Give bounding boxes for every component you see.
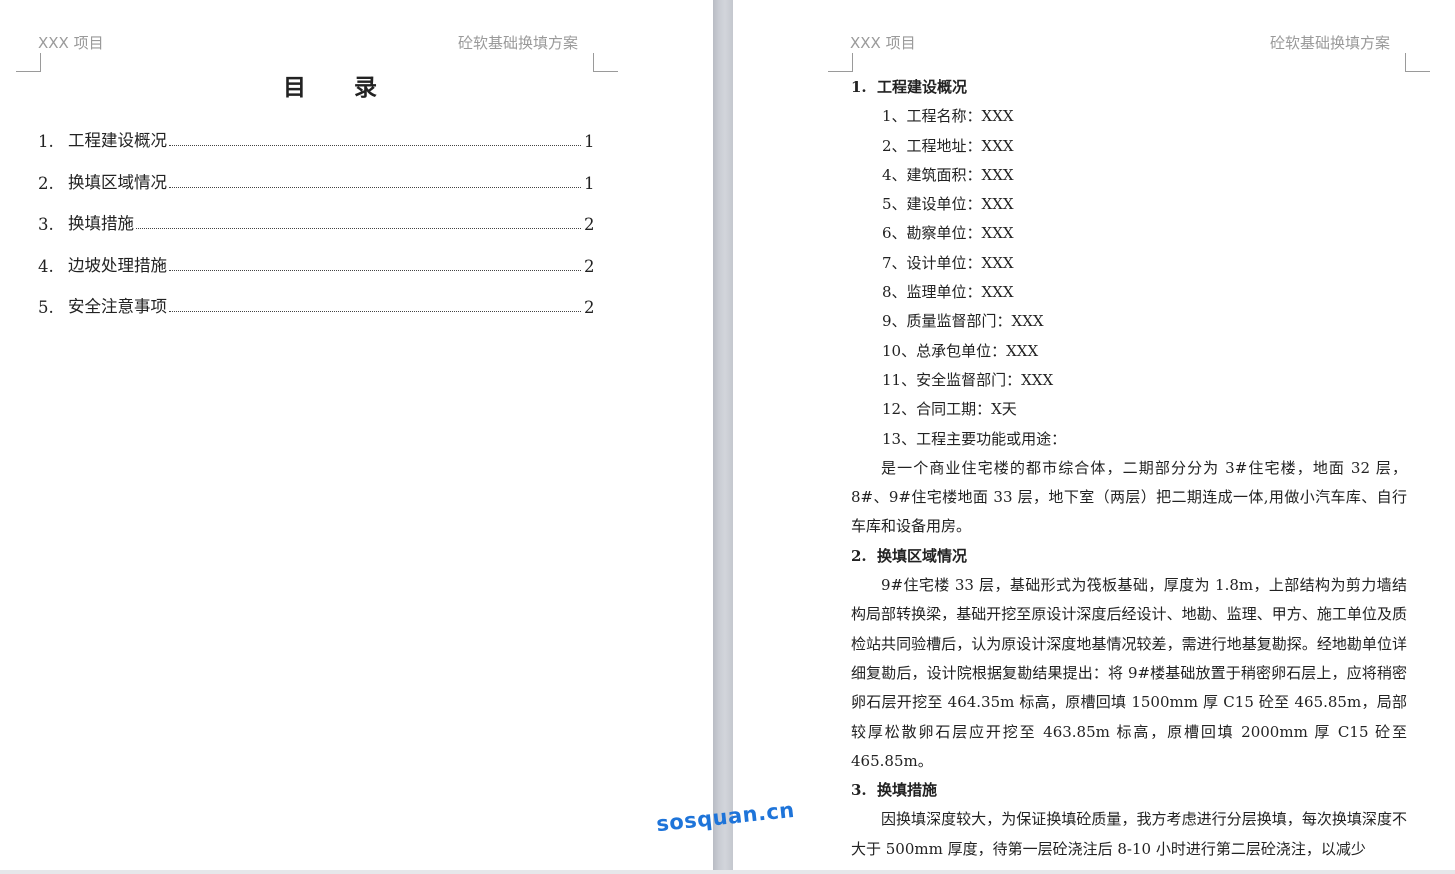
page-corner-mark (828, 53, 853, 72)
toc-entry-number: 5. (38, 298, 54, 317)
info-item: 8、监理单位：XXX (882, 283, 1014, 302)
toc-entry[interactable]: 5. 安全注意事项 2 (38, 295, 595, 317)
body-paragraph: 是一个商业住宅楼的都市综合体，二期部分分为 3#住宅楼，地面 32 层，8#、9… (851, 458, 1407, 536)
page-gutter (713, 0, 733, 874)
info-item: 13、工程主要功能或用途： (882, 429, 1067, 448)
toc-entry-number: 3. (38, 215, 54, 234)
toc-entry[interactable]: 1. 工程建设概况 1 (38, 129, 595, 151)
toc-leader (169, 311, 581, 312)
toc-entry-text: 换填措施 (68, 214, 134, 233)
toc-leader (169, 145, 581, 146)
toc-entry-page: 2 (584, 215, 595, 234)
body-paragraph: 因换填深度较大，为保证换填砼质量，我方考虑进行分层换填，每次换填深度不大于 50… (851, 810, 1407, 858)
toc-entry-number: 1. (38, 132, 54, 151)
toc-entry-number: 4. (38, 257, 54, 276)
section-heading-2: 2. 换填区域情况 (851, 546, 968, 565)
info-item: 2、工程地址：XXX (882, 136, 1014, 155)
info-item: 9、质量监督部门：XXX (882, 312, 1044, 331)
header-right: 砼软基础换填方案 (1270, 34, 1391, 52)
section-heading-1: 1. 工程建设概况 (851, 78, 968, 96)
horizontal-scroll-edge (0, 870, 1455, 874)
toc-leader (136, 228, 581, 229)
toc-entry-page: 1 (584, 174, 595, 193)
toc-leader (169, 187, 581, 188)
toc-entry-text: 换填区域情况 (68, 173, 167, 192)
info-item: 6、勘察单位：XXX (882, 224, 1014, 243)
toc-title: 目 录 (282, 75, 397, 101)
info-item: 10、总承包单位：XXX (882, 341, 1039, 360)
header-left: XXX 项目 (38, 34, 104, 52)
info-item: 4、建筑面积：XXX (882, 165, 1014, 184)
info-item: 12、合同工期：X天 (882, 400, 1017, 419)
header-right: 砼软基础换填方案 (458, 34, 579, 52)
toc-entry-text: 边坡处理措施 (68, 256, 167, 275)
toc-entry[interactable]: 4. 边坡处理措施 2 (38, 254, 595, 276)
page-corner-mark (1405, 53, 1430, 72)
toc-entry-page: 2 (584, 257, 595, 276)
info-item: 5、建设单位：XXX (882, 195, 1014, 214)
info-item: 1、工程名称：XXX (882, 107, 1014, 126)
toc-entry-number: 2. (38, 174, 54, 193)
info-item: 11、安全监督部门：XXX (882, 370, 1054, 389)
header-left: XXX 项目 (850, 34, 916, 52)
toc-entry-page: 2 (584, 298, 595, 317)
toc-entry[interactable]: 3. 换填措施 2 (38, 212, 595, 234)
toc-entry-text: 工程建设概况 (68, 131, 167, 150)
info-item: 7、设计单位：XXX (882, 253, 1014, 272)
toc-entry[interactable]: 2. 换填区域情况 1 (38, 171, 595, 193)
document-body: 1. 工程建设概况 1、工程名称：XXX 2、工程地址：XXX 4、建筑面积：XX… (851, 73, 1407, 864)
body-paragraph: 9#住宅楼 33 层，基础形式为筏板基础，厚度为 1.8m，上部结构为剪力墙结构… (851, 576, 1407, 770)
toc-entry-text: 安全注意事项 (68, 297, 167, 316)
toc-leader (169, 270, 581, 271)
toc-page: XXX 项目 砼软基础换填方案 目 录 1. 工程建设概况 1 2. 换填区域情… (0, 0, 713, 874)
toc-entry-page: 1 (584, 132, 595, 151)
section-heading-3: 3. 换填措施 (851, 781, 938, 800)
